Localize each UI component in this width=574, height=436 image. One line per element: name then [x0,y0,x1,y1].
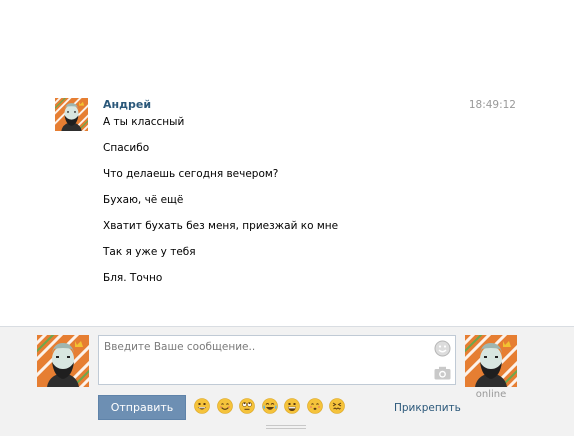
camera-icon[interactable] [434,366,451,380]
attach-link[interactable]: Прикрепить [394,402,461,414]
smiley-icon[interactable] [434,340,451,357]
kissing-emoji-icon[interactable] [306,398,323,414]
message-timestamp: 18:49:12 [468,99,516,111]
confounded-emoji-icon[interactable] [329,398,345,414]
smiling-emoji-icon[interactable] [216,398,233,414]
big-grin-emoji-icon[interactable] [284,398,300,414]
message-line: Бля. Точно [103,272,163,284]
message-line: Бухаю, чё ещё [103,194,184,206]
online-status: online [475,389,507,400]
peer-avatar[interactable] [465,335,517,387]
message-history: Андрей 18:49:12 А ты классный Спасибо Чт… [0,0,574,326]
message-input[interactable] [99,336,455,384]
author-avatar[interactable] [55,98,88,131]
send-button[interactable]: Отправить [98,395,186,420]
my-avatar[interactable] [37,335,89,387]
eye-roll-emoji-icon[interactable] [239,398,255,414]
tears-of-joy-emoji-icon[interactable] [261,398,278,414]
message-line: Что делаешь сегодня вечером? [103,168,279,180]
emoji-bar [194,398,352,416]
message-line: Спасибо [103,142,150,154]
message-input-box [98,335,456,385]
compose-panel: Отправить [0,326,574,436]
message-body: А ты классный Спасибо Что делаешь сегодн… [103,116,523,298]
message-author[interactable]: Андрей [103,98,151,111]
message-line: Так я уже у тебя [103,246,196,258]
resize-grip[interactable] [266,425,306,433]
message-line: Хватит бухать без меня, приезжай ко мне [103,220,339,232]
grinning-emoji-icon[interactable] [194,398,210,414]
message-line: А ты классный [103,116,185,128]
